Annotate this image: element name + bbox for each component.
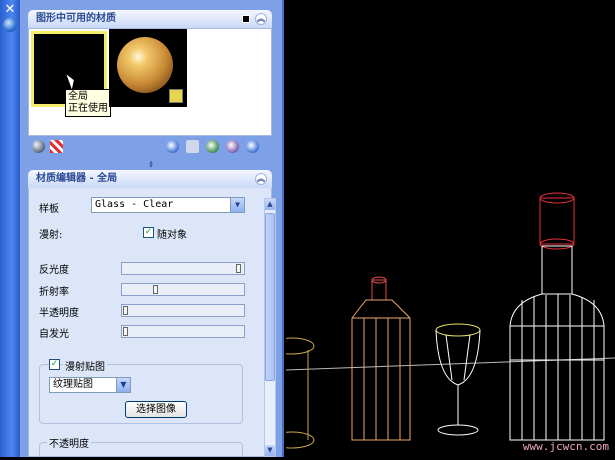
editor-scrollbar[interactable]: ▲ ▼: [264, 198, 276, 457]
slider-knob[interactable]: [236, 264, 241, 273]
map-type-value: 纹理贴图: [53, 379, 93, 390]
scroll-down-icon[interactable]: ▼: [265, 445, 275, 456]
material-swatch-glass[interactable]: [109, 29, 187, 107]
material-editor-title: 材质编辑器 - 全局: [36, 173, 118, 184]
wireframe-scene: [269, 192, 615, 449]
slider-knob[interactable]: [153, 285, 158, 294]
self-illumination-slider[interactable]: [121, 325, 245, 338]
wireframe-cylinder: [269, 337, 315, 449]
collapse-chevron-icon[interactable]: ︽: [255, 13, 267, 25]
wireframe-large-bottle: [509, 192, 605, 441]
available-materials-title: 图形中可用的材质: [36, 13, 116, 24]
material-sphere-preview: [117, 37, 173, 93]
refraction-slider[interactable]: [121, 283, 245, 296]
diffuse-label: 漫射:: [39, 230, 63, 241]
watermark-text: www.jcwcn.com: [522, 440, 609, 453]
chevron-down-icon[interactable]: ▼: [230, 198, 244, 212]
template-value: Glass - Clear: [95, 199, 174, 210]
preview-sphere-icon[interactable]: [32, 140, 45, 153]
slider-knob[interactable]: [123, 306, 128, 315]
apply-to-objects-icon[interactable]: [206, 140, 219, 153]
tooltip-line-2: 正在使用: [68, 103, 108, 114]
reflectivity-slider[interactable]: [121, 262, 245, 275]
checker-background-icon[interactable]: [50, 140, 63, 153]
drawing-viewport[interactable]: www.jcwcn.com: [269, 0, 615, 457]
refraction-label: 折射率: [39, 287, 69, 298]
tooltip-line-1: 全局: [68, 91, 88, 102]
wireframe-wine-glass: [435, 323, 481, 436]
material-editor-header[interactable]: 材质编辑器 - 全局 ︽: [28, 170, 272, 188]
template-label: 样板: [39, 204, 59, 215]
scroll-up-icon[interactable]: ▲: [265, 199, 275, 210]
select-image-button[interactable]: 选择图像: [125, 401, 187, 418]
remove-from-objects-icon[interactable]: [226, 140, 239, 153]
slider-knob[interactable]: [123, 327, 128, 336]
in-use-badge-icon: [169, 89, 183, 103]
template-select[interactable]: Glass - Clear ▼: [91, 197, 245, 213]
translucency-slider[interactable]: [121, 304, 245, 317]
diffuse-map-checkbox[interactable]: ✓: [49, 359, 60, 370]
globe-icon[interactable]: [3, 18, 17, 32]
available-materials-swatches: 全局 正在使用: [28, 28, 272, 136]
material-options-icon[interactable]: [246, 140, 259, 153]
scroll-thumb[interactable]: [265, 213, 275, 381]
collapse-chevron-icon[interactable]: ︽: [255, 173, 267, 185]
by-object-label: 随对象: [157, 230, 187, 241]
opacity-label: 不透明度: [47, 435, 91, 450]
purge-material-icon[interactable]: [186, 140, 199, 153]
create-material-icon[interactable]: [166, 140, 179, 153]
swatch-toolbar: [28, 138, 272, 156]
view-toggle-icon[interactable]: [242, 15, 250, 23]
palette-title-strip: ✕: [0, 0, 20, 457]
reflectivity-label: 反光度: [39, 265, 69, 276]
wireframe-orange-bottle: [351, 276, 411, 441]
diffuse-map-label: 漫射贴图: [63, 358, 107, 373]
chevron-down-icon[interactable]: ▼: [116, 378, 130, 392]
map-type-select[interactable]: 纹理贴图 ▼: [49, 377, 131, 393]
swatch-tooltip: 全局 正在使用: [65, 89, 111, 117]
close-icon[interactable]: ✕: [2, 2, 18, 17]
available-materials-header[interactable]: 图形中可用的材质 ︽: [28, 10, 272, 28]
by-object-checkbox[interactable]: ✓: [143, 227, 154, 238]
self-illumination-label: 自发光: [39, 329, 69, 340]
translucency-label: 半透明度: [39, 308, 79, 319]
material-editor-body: 样板 Glass - Clear ▼ 漫射: ✓ 随对象 反光度 折射率 半透明…: [28, 188, 272, 457]
materials-palette: 图形中可用的材质 ︽ 全局 正在使用 ▴ ▾ 材质编辑器 - 全局 ︽ 样板 Gl…: [20, 0, 284, 457]
panel-splitter-grip-icon[interactable]: ▴ ▾: [146, 159, 156, 170]
